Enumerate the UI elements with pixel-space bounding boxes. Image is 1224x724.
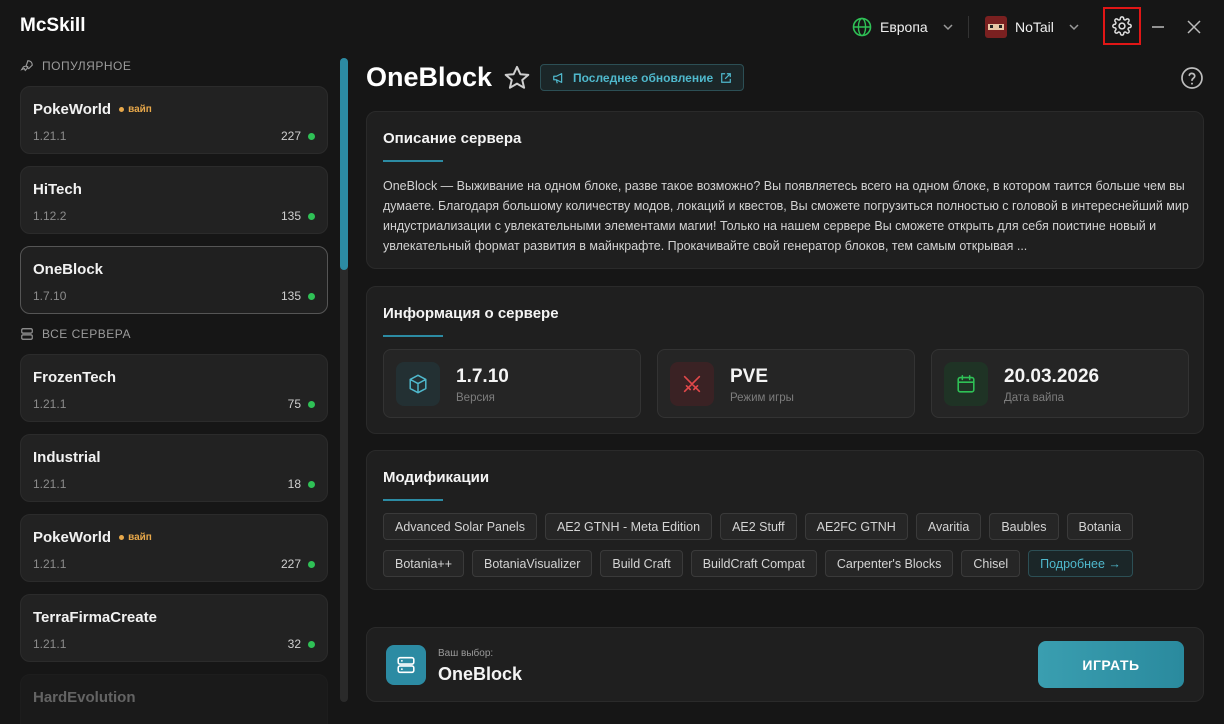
mods-title: Модификации [383,469,490,486]
server-details: OneBlock Последнее обновление Описание с… [366,54,1204,724]
server-version: 1.21.1 [33,557,67,571]
server-version: 1.7.10 [33,289,67,303]
mod-tag[interactable]: Carpenter's Blocks [824,550,954,577]
server-version: 1.21.1 [33,397,67,411]
server-version: 1.21.1 [33,477,67,491]
latest-update-button[interactable]: Последнее обновление [540,64,745,91]
section-all-servers: ВСЕ СЕРВЕРА [20,327,131,341]
mod-tag[interactable]: AE2FC GTNH [804,513,908,540]
gear-icon [1112,16,1132,36]
mod-tag[interactable]: BotaniaVisualizer [472,550,593,577]
mod-tag[interactable]: AE2 GTNH - Meta Edition [544,513,713,540]
online-count: 135 [281,209,315,223]
server-icon [386,645,426,685]
minimize-icon [1152,26,1164,28]
server-card-oneblock[interactable]: OneBlock 1.7.10 135 [20,246,328,314]
sidebar-scrollbar[interactable] [340,58,348,702]
mod-tag[interactable]: Botania++ [383,550,464,577]
settings-button[interactable] [1103,7,1141,45]
region-label: Европа [880,19,928,35]
play-button[interactable]: ИГРАТЬ [1038,641,1184,688]
more-mods-button[interactable]: Подробнее → [1028,550,1133,577]
mod-tag[interactable]: Botania [1066,513,1133,540]
mods-panel: Модификации Advanced Solar Panels AE2 GT… [366,450,1204,590]
server-card-frozentech[interactable]: FrozenTech 1.21.1 75 [20,354,328,422]
description-title: Описание сервера [383,130,522,147]
online-count: 32 [288,637,315,651]
info-title: Информация о сервере [383,305,559,322]
server-card-industrial[interactable]: Industrial 1.21.1 18 [20,434,328,502]
calendar-icon [944,362,988,406]
online-count: 227 [281,557,315,571]
minimize-button[interactable] [1145,14,1171,40]
description-panel: Описание сервера OneBlock — Выживание на… [366,111,1204,269]
info-mode-value: PVE [730,366,769,387]
sidebar-scrollbar-thumb[interactable] [340,58,348,270]
wipe-badge: вайп [119,104,152,115]
server-version: 1.12.2 [33,209,67,223]
server-info-panel: Информация о сервере 1.7.10 Версия PVE Р… [366,286,1204,434]
description-text: OneBlock — Выживание на одном блоке, раз… [383,179,1189,253]
online-count: 75 [288,397,315,411]
choice-label: Ваш выбор: [438,648,494,659]
title-bar: McSkill Европа NoTail [0,0,1224,54]
info-card-mode: PVE Режим игры [657,349,915,418]
server-card-pokeworld-2[interactable]: PokeWorld вайп 1.21.1 227 [20,514,328,582]
mod-tag[interactable]: AE2 Stuff [720,513,797,540]
chevron-down-icon [1069,24,1079,31]
choice-name: OneBlock [438,664,523,684]
username-label: NoTail [1015,19,1054,35]
info-version-label: Версия [456,392,495,404]
external-link-icon [721,72,732,83]
help-icon[interactable] [1180,66,1204,90]
play-bar: Ваш выбор: OneBlock ИГРАТЬ [366,627,1204,702]
wipe-badge: вайп [119,532,152,543]
page-title: OneBlock [366,62,493,92]
mod-tag[interactable]: Baubles [989,513,1059,540]
mod-tag[interactable]: Advanced Solar Panels [383,513,537,540]
online-count: 135 [281,289,315,303]
server-card-hardevolution[interactable]: HardEvolution [20,674,328,724]
close-button[interactable] [1181,14,1207,40]
mod-tag[interactable]: Chisel [961,550,1021,577]
mods-list: Advanced Solar Panels AE2 GTNH - Meta Ed… [383,513,1191,577]
info-version-value: 1.7.10 [456,366,509,387]
server-card-hitech[interactable]: HiTech 1.12.2 135 [20,166,328,234]
title-underline [383,499,443,501]
online-count: 18 [288,477,315,491]
user-menu[interactable]: NoTail [985,12,1080,42]
info-mode-label: Режим игры [730,392,794,404]
megaphone-icon [553,72,563,83]
mod-tag[interactable]: BuildCraft Compat [690,550,817,577]
title-underline [383,160,443,162]
info-wipe-label: Дата вайпа [1004,392,1065,404]
server-icon [21,328,33,340]
title-underline [383,335,443,337]
close-icon [1187,20,1201,34]
info-card-version: 1.7.10 Версия [383,349,641,418]
avatar [985,16,1007,38]
app-title: McSkill [20,15,86,36]
section-popular: ПОПУЛЯРНОЕ [20,59,131,73]
info-card-wipe-date: 20.03.2026 Дата вайпа [931,349,1189,418]
online-count: 227 [281,129,315,143]
favorite-star-icon[interactable] [503,64,531,92]
info-wipe-value: 20.03.2026 [1004,366,1100,387]
titlebar-divider [968,16,969,38]
cube-icon [396,362,440,406]
mod-tag[interactable]: Build Craft [600,550,683,577]
globe-icon [852,17,872,37]
server-card-pokeworld[interactable]: PokeWorld вайп 1.21.1 227 [20,86,328,154]
swords-icon [670,362,714,406]
server-card-terrafirmacreate[interactable]: TerraFirmaCreate 1.21.1 32 [20,594,328,662]
mod-tag[interactable]: Avaritia [915,513,982,540]
server-version: 1.21.1 [33,637,67,651]
server-version: 1.21.1 [33,129,67,143]
rocket-icon [20,60,33,72]
chevron-down-icon [943,24,953,31]
server-sidebar: ПОПУЛЯРНОЕ PokeWorld вайп 1.21.1 227 HiTe… [0,54,350,724]
region-selector[interactable]: Европа [852,12,954,42]
